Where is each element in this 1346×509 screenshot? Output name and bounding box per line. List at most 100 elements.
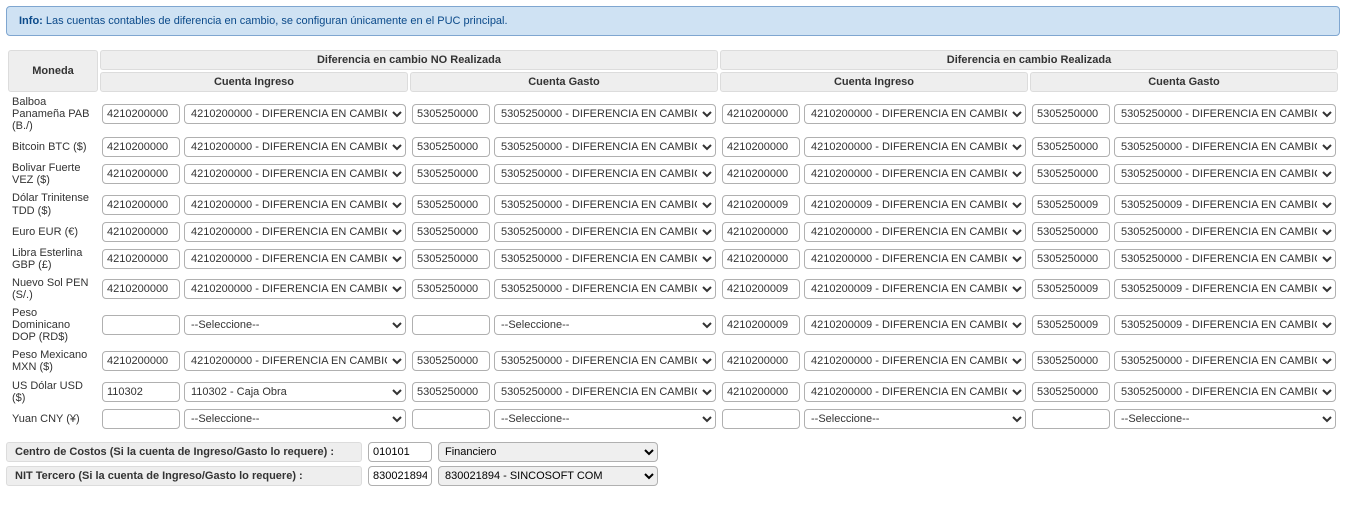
nr-gasto-select[interactable]: 5305250000 - DIFERENCIA EN CAMBIO bbox=[494, 279, 716, 299]
nr-gasto-select[interactable]: 5305250000 - DIFERENCIA EN CAMBIO bbox=[494, 222, 716, 242]
nr-gasto-code[interactable] bbox=[412, 382, 490, 402]
nr-gasto-code[interactable] bbox=[412, 137, 490, 157]
nr-ingreso-select[interactable]: 4210200000 - DIFERENCIA EN CAMBIO bbox=[184, 195, 406, 215]
r-gasto-select[interactable]: 5305250000 - DIFERENCIA EN CAMBIO bbox=[1114, 104, 1336, 124]
r-gasto-code[interactable] bbox=[1032, 222, 1110, 242]
nr-gasto-select[interactable]: 5305250000 - DIFERENCIA EN CAMBIO bbox=[494, 164, 716, 184]
nr-ingreso-select[interactable]: 4210200000 - DIFERENCIA EN CAMBIO bbox=[184, 164, 406, 184]
centro-costos-select[interactable]: Financiero bbox=[438, 442, 658, 462]
r-gasto-code[interactable] bbox=[1032, 104, 1110, 124]
nr-ingreso-select[interactable]: 4210200000 - DIFERENCIA EN CAMBIO bbox=[184, 279, 406, 299]
nr-gasto-code[interactable] bbox=[412, 315, 490, 335]
nr-gasto-code[interactable] bbox=[412, 249, 490, 269]
nr-ingreso-code[interactable] bbox=[102, 382, 180, 402]
nr-gasto-select[interactable]: 5305250000 - DIFERENCIA EN CAMBIO bbox=[494, 382, 716, 402]
r-gasto-select[interactable]: 5305250000 - DIFERENCIA EN CAMBIO bbox=[1114, 222, 1336, 242]
moneda-cell: Yuan CNY (¥) bbox=[8, 408, 98, 430]
r-gasto-code[interactable] bbox=[1032, 351, 1110, 371]
r-gasto-select[interactable]: 5305250009 - DIFERENCIA EN CAMBIO bbox=[1114, 315, 1336, 335]
nr-gasto-select[interactable]: --Seleccione-- bbox=[494, 409, 716, 429]
r-ingreso-select[interactable]: 4210200000 - DIFERENCIA EN CAMBIO bbox=[804, 382, 1026, 402]
nr-ingreso-code[interactable] bbox=[102, 351, 180, 371]
nr-ingreso-code[interactable] bbox=[102, 222, 180, 242]
nr-ingreso-select[interactable]: 4210200000 - DIFERENCIA EN CAMBIO bbox=[184, 137, 406, 157]
r-ingreso-code[interactable] bbox=[722, 195, 800, 215]
nr-ingreso-select[interactable]: 4210200000 - DIFERENCIA EN CAMBIO bbox=[184, 351, 406, 371]
nr-gasto-code[interactable] bbox=[412, 279, 490, 299]
footer: Centro de Costos (Si la cuenta de Ingres… bbox=[6, 440, 1340, 488]
r-gasto-code[interactable] bbox=[1032, 137, 1110, 157]
r-ingreso-code[interactable] bbox=[722, 249, 800, 269]
nr-ingreso-code[interactable] bbox=[102, 195, 180, 215]
nr-ingreso-code[interactable] bbox=[102, 409, 180, 429]
table-row: Libra Esterlina GBP (£)4210200000 - DIFE… bbox=[8, 245, 1338, 273]
r-gasto-select[interactable]: 5305250000 - DIFERENCIA EN CAMBIO bbox=[1114, 351, 1336, 371]
r-gasto-select[interactable]: 5305250009 - DIFERENCIA EN CAMBIO bbox=[1114, 279, 1336, 299]
nr-gasto-select[interactable]: 5305250000 - DIFERENCIA EN CAMBIO bbox=[494, 249, 716, 269]
nr-gasto-select[interactable]: --Seleccione-- bbox=[494, 315, 716, 335]
nr-ingreso-select[interactable]: 4210200000 - DIFERENCIA EN CAMBIO bbox=[184, 249, 406, 269]
r-ingreso-code[interactable] bbox=[722, 382, 800, 402]
nr-ingreso-select[interactable]: 110302 - Caja Obra bbox=[184, 382, 406, 402]
r-ingreso-code[interactable] bbox=[722, 351, 800, 371]
r-ingreso-select[interactable]: --Seleccione-- bbox=[804, 409, 1026, 429]
nr-ingreso-code[interactable] bbox=[102, 279, 180, 299]
r-gasto-code[interactable] bbox=[1032, 195, 1110, 215]
nr-ingreso-code[interactable] bbox=[102, 249, 180, 269]
nit-tercero-label: NIT Tercero (Si la cuenta de Ingreso/Gas… bbox=[6, 466, 362, 486]
nr-ingreso-code[interactable] bbox=[102, 164, 180, 184]
nit-tercero-select[interactable]: 830021894 - SINCOSOFT COM bbox=[438, 466, 658, 486]
nr-gasto-select[interactable]: 5305250000 - DIFERENCIA EN CAMBIO bbox=[494, 195, 716, 215]
r-gasto-select[interactable]: --Seleccione-- bbox=[1114, 409, 1336, 429]
nr-gasto-select[interactable]: 5305250000 - DIFERENCIA EN CAMBIO bbox=[494, 137, 716, 157]
r-ingreso-code[interactable] bbox=[722, 164, 800, 184]
r-ingreso-select[interactable]: 4210200000 - DIFERENCIA EN CAMBIO bbox=[804, 104, 1026, 124]
nr-gasto-select[interactable]: 5305250000 - DIFERENCIA EN CAMBIO bbox=[494, 104, 716, 124]
nr-ingreso-select[interactable]: 4210200000 - DIFERENCIA EN CAMBIO bbox=[184, 104, 406, 124]
r-gasto-select[interactable]: 5305250009 - DIFERENCIA EN CAMBIO bbox=[1114, 195, 1336, 215]
r-ingreso-select[interactable]: 4210200009 - DIFERENCIA EN CAMBIO bbox=[804, 315, 1026, 335]
nit-tercero-code[interactable] bbox=[368, 466, 432, 486]
r-ingreso-select[interactable]: 4210200009 - DIFERENCIA EN CAMBIO bbox=[804, 279, 1026, 299]
r-ingreso-code[interactable] bbox=[722, 409, 800, 429]
nr-gasto-select[interactable]: 5305250000 - DIFERENCIA EN CAMBIO bbox=[494, 351, 716, 371]
r-gasto-code[interactable] bbox=[1032, 382, 1110, 402]
r-gasto-code[interactable] bbox=[1032, 315, 1110, 335]
nr-ingreso-code[interactable] bbox=[102, 315, 180, 335]
nr-gasto-code[interactable] bbox=[412, 104, 490, 124]
nr-ingreso-code[interactable] bbox=[102, 137, 180, 157]
r-ingreso-code[interactable] bbox=[722, 222, 800, 242]
nr-ingreso-select[interactable]: --Seleccione-- bbox=[184, 409, 406, 429]
moneda-cell: Balboa Panameña PAB (B./) bbox=[8, 94, 98, 134]
r-ingreso-code[interactable] bbox=[722, 315, 800, 335]
header-nr-gasto: Cuenta Gasto bbox=[410, 72, 718, 92]
r-ingreso-select[interactable]: 4210200000 - DIFERENCIA EN CAMBIO bbox=[804, 222, 1026, 242]
r-gasto-code[interactable] bbox=[1032, 409, 1110, 429]
r-gasto-select[interactable]: 5305250000 - DIFERENCIA EN CAMBIO bbox=[1114, 382, 1336, 402]
nr-ingreso-select[interactable]: 4210200000 - DIFERENCIA EN CAMBIO bbox=[184, 222, 406, 242]
header-r-ingreso: Cuenta Ingreso bbox=[720, 72, 1028, 92]
nr-gasto-code[interactable] bbox=[412, 351, 490, 371]
r-gasto-select[interactable]: 5305250000 - DIFERENCIA EN CAMBIO bbox=[1114, 249, 1336, 269]
r-ingreso-code[interactable] bbox=[722, 137, 800, 157]
r-ingreso-select[interactable]: 4210200000 - DIFERENCIA EN CAMBIO bbox=[804, 164, 1026, 184]
r-gasto-select[interactable]: 5305250000 - DIFERENCIA EN CAMBIO bbox=[1114, 137, 1336, 157]
r-gasto-code[interactable] bbox=[1032, 249, 1110, 269]
nr-ingreso-code[interactable] bbox=[102, 104, 180, 124]
centro-costos-code[interactable] bbox=[368, 442, 432, 462]
r-gasto-select[interactable]: 5305250000 - DIFERENCIA EN CAMBIO bbox=[1114, 164, 1336, 184]
r-ingreso-select[interactable]: 4210200000 - DIFERENCIA EN CAMBIO bbox=[804, 351, 1026, 371]
nr-gasto-code[interactable] bbox=[412, 409, 490, 429]
r-gasto-code[interactable] bbox=[1032, 164, 1110, 184]
r-ingreso-code[interactable] bbox=[722, 104, 800, 124]
nr-ingreso-select[interactable]: --Seleccione-- bbox=[184, 315, 406, 335]
r-ingreso-select[interactable]: 4210200009 - DIFERENCIA EN CAMBIO bbox=[804, 195, 1026, 215]
header-r-gasto: Cuenta Gasto bbox=[1030, 72, 1338, 92]
nr-gasto-code[interactable] bbox=[412, 195, 490, 215]
nr-gasto-code[interactable] bbox=[412, 222, 490, 242]
r-ingreso-code[interactable] bbox=[722, 279, 800, 299]
r-ingreso-select[interactable]: 4210200000 - DIFERENCIA EN CAMBIO bbox=[804, 137, 1026, 157]
r-ingreso-select[interactable]: 4210200000 - DIFERENCIA EN CAMBIO bbox=[804, 249, 1026, 269]
r-gasto-code[interactable] bbox=[1032, 279, 1110, 299]
nr-gasto-code[interactable] bbox=[412, 164, 490, 184]
